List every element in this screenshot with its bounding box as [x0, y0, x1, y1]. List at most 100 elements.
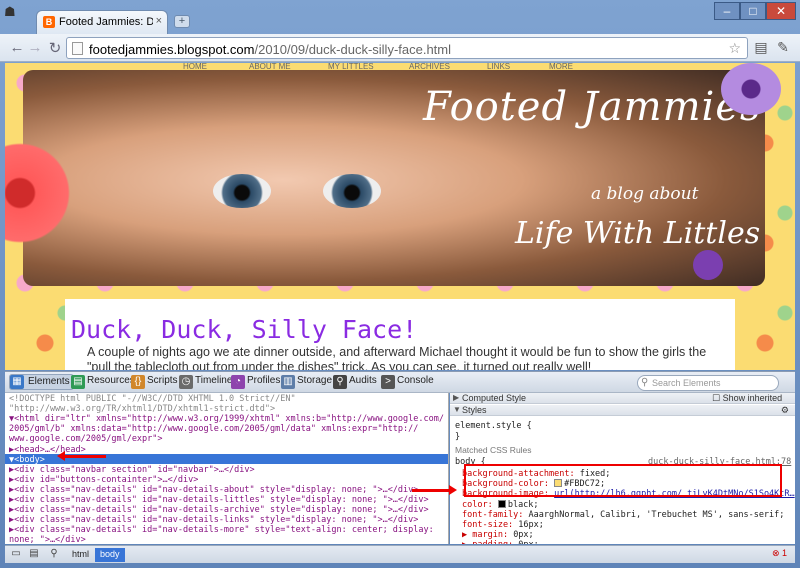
url-text: footedjammies.blogspot.com/2010/09/duck-… [89, 42, 451, 57]
page-icon [72, 42, 83, 55]
error-count-badge[interactable]: ⊗ 1 [772, 548, 787, 559]
baby-eye-right [323, 174, 381, 208]
dom-line[interactable]: ▼<body> [9, 455, 45, 465]
dom-line[interactable]: ▶<div class="nav-details" id="nav-detail… [9, 505, 429, 515]
baby-eye-left [213, 174, 271, 208]
dom-line[interactable]: "http://www.w3.org/TR/xhtml1/DTD/xhtml1-… [9, 404, 275, 414]
css-property-value: 0px; [518, 540, 538, 544]
dom-line[interactable]: www.google.com/2005/gml/expr"> [9, 434, 163, 444]
close-window-button[interactable]: ✕ [766, 2, 796, 20]
forward-button[interactable]: → [26, 39, 44, 56]
annotation-box [464, 464, 782, 497]
tab-storage[interactable]: ▥ Storage [281, 375, 332, 391]
tab-profiles[interactable]: ◔ Profiles [231, 375, 280, 391]
css-property[interactable]: font-size: 16px; [462, 520, 544, 530]
styles-header[interactable]: ▼ Styles ⚙ [450, 405, 795, 416]
dom-line[interactable]: ▶<div class="nav-details" id="nav-detail… [9, 525, 434, 535]
computed-style-label: Computed Style [462, 393, 527, 403]
browser-toolbar: ← → ↻ footedjammies.blogspot.com/2010/09… [0, 34, 800, 62]
tab-resources[interactable]: ▤ Resources [71, 375, 135, 391]
matched-rules-label: Matched CSS Rules [455, 445, 532, 455]
css-property[interactable]: color: black; [462, 499, 539, 510]
dom-line[interactable]: <!DOCTYPE html PUBLIC "-//W3C//DTD XHTML… [9, 394, 296, 404]
breadcrumb-html[interactable]: html [67, 548, 94, 562]
page-menu-icon[interactable]: ▤ [752, 39, 770, 57]
blogger-favicon-icon: B [43, 16, 55, 28]
timeline-icon: ◷ [179, 375, 193, 389]
back-button[interactable]: ← [8, 39, 26, 56]
inspect-icon[interactable]: ⚲ [47, 548, 61, 562]
search-elements-input[interactable]: ⚲ Search Elements [637, 375, 779, 391]
dom-line[interactable]: ▶<head>…</head> [9, 445, 86, 455]
gear-icon[interactable]: ⚙ [781, 405, 789, 416]
tab-timeline-label: Timeline [195, 375, 233, 386]
wrench-icon[interactable]: ✎ [774, 39, 792, 57]
scripts-icon: {} [131, 375, 145, 389]
element-style-rule[interactable]: element.style { [455, 421, 532, 431]
color-swatch-icon[interactable] [497, 499, 506, 508]
address-bar[interactable]: footedjammies.blogspot.com/2010/09/duck-… [66, 37, 748, 59]
bookmark-star-icon[interactable]: ☆ [728, 40, 741, 57]
incognito-icon: ☗ [4, 4, 16, 19]
computed-style-header[interactable]: ▶ Computed Style ☐ Show inherited [450, 393, 795, 404]
console-toggle-icon[interactable]: ▤ [27, 548, 41, 562]
search-icon: ⚲ [641, 377, 649, 388]
tab-audits[interactable]: ⚲ Audits [333, 375, 377, 391]
elements-tree-pane: <!DOCTYPE html PUBLIC "-//W3C//DTD XHTML… [5, 393, 449, 544]
dom-line[interactable]: none; ">…</div> [9, 535, 86, 544]
dom-line[interactable]: ▶<div class="nav-details" id="nav-detail… [9, 485, 418, 495]
dom-line[interactable]: ▶<div class="nav-details" id="nav-detail… [9, 515, 418, 525]
tab-close-icon[interactable]: × [156, 15, 162, 27]
tab-timeline[interactable]: ◷ Timeline [179, 375, 232, 391]
css-property[interactable]: font-family: AaarghNormal, Calibri, 'Tre… [462, 510, 784, 520]
tab-title: Footed Jammies: Duck, D... [59, 16, 153, 28]
css-property-value: 0px; [513, 530, 534, 541]
show-inherited-checkbox[interactable]: ☐ Show inherited [712, 393, 782, 404]
header-subtitle-2: Life With Littles [515, 216, 761, 251]
breadcrumb-body[interactable]: body [95, 548, 125, 562]
css-property-name: color: [462, 499, 498, 510]
post-title[interactable]: Duck, Duck, Silly Face! [71, 315, 417, 344]
tab-scripts[interactable]: {} Scripts [131, 375, 178, 391]
elements-icon: ▦ [10, 375, 24, 389]
css-property-value: black; [507, 499, 539, 510]
css-property-name: font-family: [462, 509, 529, 520]
dom-line[interactable]: 2005/gml/b" xmlns:data="http://www.googl… [9, 424, 418, 434]
dom-line[interactable]: ▶<div class="nav-details" id="nav-detail… [9, 495, 429, 505]
url-host: footedjammies.blogspot.com [89, 42, 255, 57]
purple-flower-icon [721, 63, 781, 115]
header-title: Footed Jammies [423, 84, 762, 130]
expand-triangle-icon: ▶ [453, 393, 460, 402]
devtools-statusbar: ▭ ▤ ⚲ html body ⊗ 1 [5, 545, 795, 563]
post-body: A couple of nights ago we ate dinner out… [87, 345, 707, 370]
dom-line[interactable]: ▼<html dir="ltr" xmlns="http://www.w3.or… [9, 414, 444, 424]
css-property-name: ▶ padding: [462, 540, 518, 544]
console-icon: > [381, 375, 395, 389]
profiles-icon: ◔ [231, 375, 245, 389]
css-property[interactable]: ▶ margin: 0px; [462, 530, 534, 540]
css-property-name: ▶ margin: [462, 530, 514, 541]
new-tab-button[interactable]: + [174, 15, 190, 28]
dom-line[interactable]: ▶<div id="buttons-containter">…</div> [9, 475, 198, 485]
show-inherited-label: Show inherited [722, 393, 783, 403]
browser-tab[interactable]: B Footed Jammies: Duck, D... × [36, 10, 168, 34]
tab-scripts-label: Scripts [147, 375, 178, 386]
devtools-toolbar: ▦ Elements ▤ Resources {} Scripts ◷ Timeline… [5, 371, 795, 393]
tab-elements-label: Elements [28, 376, 70, 387]
dock-icon[interactable]: ▭ [9, 548, 23, 562]
page-viewport: HOME ABOUT ME MY LITTLES ARCHIVES LINKS … [5, 63, 795, 370]
error-count: 1 [781, 548, 787, 558]
tab-console[interactable]: > Console [381, 375, 434, 391]
tab-profiles-label: Profiles [247, 375, 281, 386]
reload-button[interactable]: ↻ [46, 39, 64, 57]
maximize-button[interactable]: □ [740, 2, 766, 20]
tab-console-label: Console [397, 375, 434, 386]
tab-elements[interactable]: ▦ Elements [9, 374, 74, 390]
css-property-value: 16px; [518, 520, 544, 530]
blog-header-image: Footed Jammies a blog about Life With Li… [23, 70, 765, 286]
minimize-button[interactable]: – [714, 2, 740, 20]
tab-resources-label: Resources [87, 375, 135, 386]
dom-line[interactable]: ▶<div class="navbar section" id="navbar"… [9, 465, 255, 475]
purple-ball-icon [693, 250, 723, 280]
css-property[interactable]: ▶ padding: 0px; [462, 540, 539, 544]
